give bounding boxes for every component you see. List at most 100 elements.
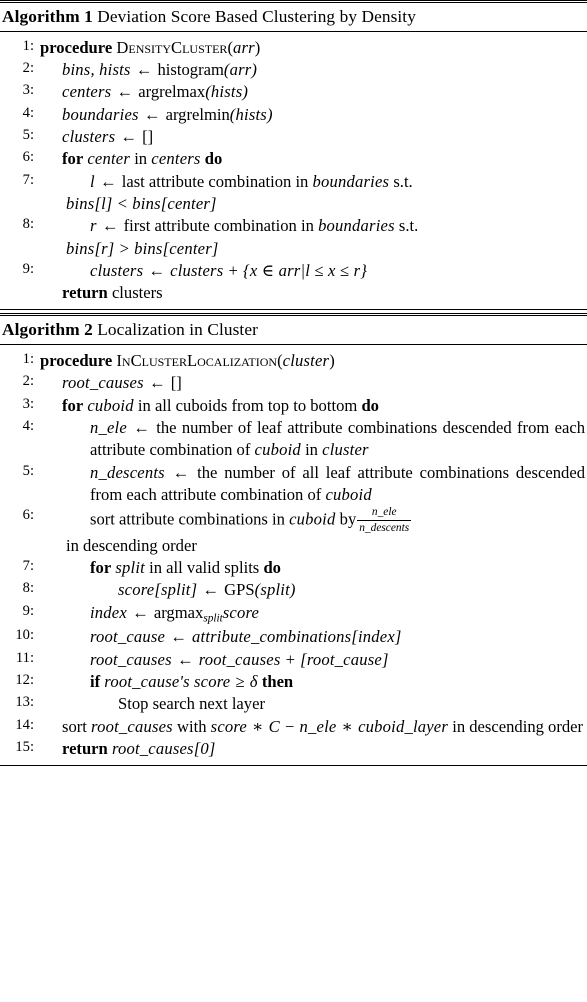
fn-gps-args: (split) [254, 580, 296, 600]
var-n-ele: n_ele [299, 716, 337, 736]
keyword-do: do [263, 558, 281, 578]
alg2-line-8: 8: score[split] ← GPS(split) [2, 579, 585, 601]
var-cuboid: cuboid [325, 485, 372, 504]
abbr-st: s.t. [393, 171, 413, 191]
assign-arrow: ← [133, 418, 150, 438]
fraction-numerator: n_ele [371, 506, 397, 519]
alg1-line-6-text: for center in centers do [40, 148, 585, 170]
alg2-line-number-11: 11: [15, 649, 34, 666]
alg1-line-number-8: 8: [22, 216, 34, 233]
empty-list: [] [142, 126, 154, 146]
minus-op: − [285, 716, 295, 736]
alg2-line-7-phrase: in all valid splits [149, 558, 260, 578]
alg1-line-number-1: 1: [22, 37, 34, 54]
fn-argrelmax-args: (hists) [205, 82, 249, 102]
return-value-clusters: clusters [111, 283, 163, 303]
procedure-name-inclusterlocalization: InClusterLocalization [116, 351, 278, 371]
alg2-line-10-text: root_cause ← attribute_combinations[inde… [40, 626, 585, 648]
alg2-line-number-7: 7: [22, 558, 34, 575]
expr-bins-center: bins[center] [134, 238, 219, 258]
symbol-delta: δ [249, 671, 258, 691]
algorithm-1-caption: Deviation Score Based Clustering by Dens… [97, 6, 416, 26]
var-cluster: cluster [322, 440, 369, 460]
alg1-line-number-5: 5: [22, 126, 34, 143]
algorithm-2-label: Algorithm 2 [2, 320, 93, 340]
assign-arrow: ← [148, 373, 166, 393]
var-boundaries: boundaries [312, 171, 390, 191]
alg2-line-2-text: root_causes ← [] [40, 372, 585, 394]
assign-arrow: ← [135, 60, 153, 79]
alg2-line-5-text: n_descents ← the number of all leaf attr… [40, 462, 585, 507]
alg2-line-12: 12: if root_cause's score ≥ δ then [2, 671, 585, 693]
alg2-line-number-12: 12: [15, 671, 34, 688]
var-root-causes: root_causes [62, 373, 144, 393]
var-clusters: clusters [62, 126, 116, 146]
var-centers: centers [62, 82, 112, 102]
var-index: index [90, 602, 127, 622]
var-cuboid: cuboid [254, 440, 301, 460]
alg2-line-number-3: 3: [22, 395, 34, 412]
keyword-do: do [361, 395, 379, 415]
alg2-line-14-text: sort root_causes with score ∗ C − n_ele … [40, 716, 585, 738]
var-bins-hists: bins, hists [62, 60, 131, 79]
assign-arrow: ← [143, 104, 161, 124]
alg2-line-number-15: 15: [15, 738, 34, 755]
alg2-line-5: 5: n_descents ← the number of all leaf a… [2, 462, 585, 507]
alg1-line-7-continuation: bins[l] < bins[center] [66, 193, 585, 215]
fn-gps: GPS [224, 580, 255, 600]
alg2-line-11: 11: root_causes ← root_causes + [root_ca… [2, 649, 585, 671]
var-root-causes: root_causes [90, 649, 172, 669]
alg2-line-number-4: 4: [22, 418, 34, 435]
alg2-line-number-13: 13: [15, 694, 34, 711]
var-root-causes: root_causes [91, 716, 173, 736]
alg2-line-6-text: sort attribute combinations in cuboid by… [40, 506, 585, 557]
alg2-line-number-5: 5: [22, 462, 34, 479]
assign-arrow: ← [101, 216, 119, 236]
alg1-line-number-9: 9: [22, 260, 34, 277]
alg2-line-number-6: 6: [22, 507, 34, 524]
var-n-ele: n_ele [90, 418, 127, 438]
assign-arrow: ← [202, 580, 219, 600]
word-sort: sort [62, 716, 87, 736]
fn-histogram: histogram [157, 60, 224, 79]
alg2-line-1: 1: procedure InClusterLocalization(clust… [2, 350, 585, 372]
alg1-line-8-phrase: first attribute combination in [123, 216, 314, 236]
alg2-line-9: 9: index ← argmaxsplitscore [2, 602, 585, 627]
keyword-for: for [90, 558, 112, 578]
alg1-line-number-3: 3: [22, 82, 34, 99]
alg2-line-number-2: 2: [22, 373, 34, 390]
var-root-cause-possessive: root_cause's [104, 671, 190, 691]
empty-list: [] [170, 373, 182, 393]
alg1-line-2: 2: bins, hists ← histogram(arr) [2, 59, 585, 81]
keyword-procedure: procedure [40, 37, 113, 57]
plus-op: + [285, 649, 296, 669]
assign-arrow: ← [170, 627, 187, 647]
assign-arrow: ← [120, 126, 137, 146]
var-boundaries: boundaries [318, 216, 395, 236]
alg2-line-10: 10: root_cause ← attribute_combinations[… [2, 626, 585, 648]
var-split: split [115, 558, 145, 578]
algorithm-1-label: Algorithm 1 [2, 6, 93, 26]
procedure-name-densitycluster: DensityCluster [116, 37, 228, 57]
alg1-line-6: 6: for center in centers do [2, 148, 585, 170]
word-by: by [339, 509, 357, 529]
assign-arrow: ← [172, 462, 190, 482]
var-cuboid-layer: cuboid_layer [358, 716, 449, 736]
keyword-do: do [204, 149, 223, 169]
fn-argmax: argmax [153, 602, 204, 622]
alg1-line-7-phrase: last attribute combination in [121, 171, 309, 191]
keyword-for: for [62, 395, 84, 415]
alg1-line-8: 8: r ← first attribute combination in bo… [2, 215, 585, 260]
alg2-line-15-text: return root_causes[0] [40, 738, 585, 760]
algorithm-1-body: 1: procedure DensityCluster (arr) 2: bins… [0, 32, 587, 310]
alg2-line-number-1: 1: [22, 351, 34, 368]
fn-histogram-args: (arr) [223, 60, 258, 79]
paren-close: ) [254, 37, 261, 57]
var-l: l [90, 171, 95, 191]
var-cuboid: cuboid [289, 509, 336, 529]
var-root-cause: root_cause [90, 627, 166, 647]
less-than-op: < [117, 193, 128, 213]
expr-bins-center: bins[center] [132, 193, 217, 213]
word-in: in [305, 440, 318, 460]
assign-arrow: ← [99, 171, 117, 191]
